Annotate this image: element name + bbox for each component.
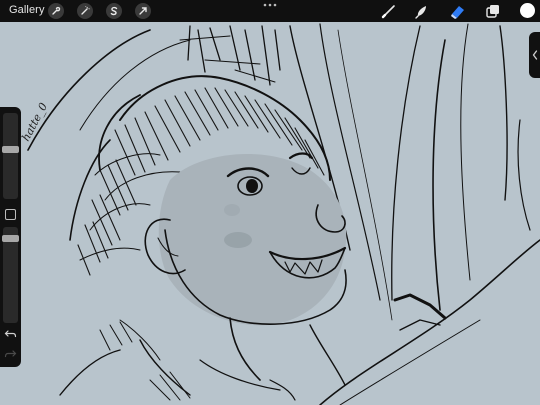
- brush-icon[interactable]: [380, 2, 398, 20]
- right-panel-tab[interactable]: [529, 32, 540, 78]
- redo-icon[interactable]: [4, 349, 17, 359]
- wrench-icon[interactable]: [48, 3, 64, 19]
- drawing-canvas[interactable]: hatte_0: [0, 0, 540, 405]
- gallery-button[interactable]: Gallery: [9, 4, 45, 16]
- selection-s-icon[interactable]: [106, 3, 122, 19]
- opacity-handle[interactable]: [2, 235, 19, 242]
- chevron-left-icon: [532, 50, 537, 60]
- brush-size-handle[interactable]: [2, 146, 19, 153]
- ellipsis-icon[interactable]: [262, 1, 278, 11]
- layers-icon[interactable]: [484, 2, 502, 20]
- magic-wand-icon[interactable]: [77, 3, 93, 19]
- left-sidebar: [0, 107, 21, 367]
- smudge-icon[interactable]: [413, 2, 431, 20]
- brush-size-slider[interactable]: [2, 113, 19, 199]
- sketch-artwork: hatte_0: [19, 23, 540, 405]
- undo-icon[interactable]: [4, 329, 17, 339]
- modify-square-icon[interactable]: [5, 209, 16, 220]
- opacity-slider[interactable]: [2, 227, 19, 323]
- top-toolbar: Gallery: [0, 0, 540, 22]
- color-picker-button[interactable]: [520, 3, 535, 18]
- eraser-icon[interactable]: [449, 2, 467, 20]
- transform-arrow-icon[interactable]: [135, 3, 151, 19]
